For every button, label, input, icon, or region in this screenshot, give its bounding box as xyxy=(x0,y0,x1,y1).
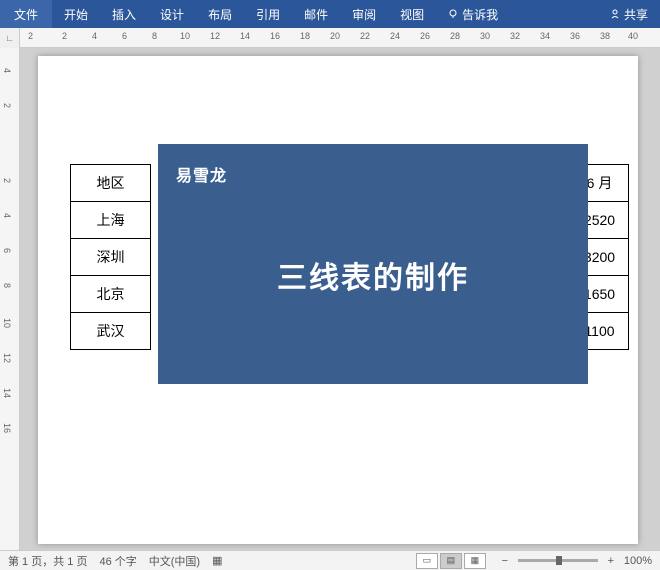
cell[interactable]: 北京 xyxy=(71,276,151,313)
tab-view[interactable]: 视图 xyxy=(388,0,436,28)
tab-file[interactable]: 文件 xyxy=(0,0,52,28)
tab-home[interactable]: 开始 xyxy=(52,0,100,28)
tab-mailings[interactable]: 邮件 xyxy=(292,0,340,28)
status-word-count[interactable]: 46 个字 xyxy=(99,553,136,569)
view-web[interactable]: ▦ xyxy=(464,553,486,569)
share-label: 共享 xyxy=(624,6,648,23)
tab-design[interactable]: 设计 xyxy=(148,0,196,28)
cell[interactable]: 武汉 xyxy=(71,313,151,350)
zoom-control: − + 100% xyxy=(498,555,652,567)
tab-layout[interactable]: 布局 xyxy=(196,0,244,28)
overlay-title: 三线表的制作 xyxy=(158,166,588,384)
cell[interactable]: 深圳 xyxy=(71,239,151,276)
title-overlay: 易雪龙 三线表的制作 xyxy=(158,144,588,384)
view-mode-buttons: ▭ ▤ ▦ xyxy=(416,553,486,569)
zoom-slider[interactable] xyxy=(518,559,598,562)
view-read[interactable]: ▭ xyxy=(416,553,438,569)
status-page[interactable]: 第 1 页，共 1 页 xyxy=(8,553,87,569)
page[interactable]: 地区6 月 上海2520 深圳3200 北京1650 武汉1100 易雪龙 三线… xyxy=(38,56,638,544)
zoom-percent[interactable]: 100% xyxy=(624,555,652,567)
ruler-horizontal[interactable]: ∟ 2 2 4 6 8 10 12 14 16 18 20 22 24 26 2… xyxy=(0,28,660,48)
zoom-in[interactable]: + xyxy=(604,555,618,567)
tell-me-label: 告诉我 xyxy=(462,6,498,23)
ruler-vertical[interactable]: 4 2 2 4 6 8 10 12 14 16 xyxy=(0,48,20,550)
ruler-tab-selector[interactable]: ∟ xyxy=(0,28,20,48)
ribbon: 文件 开始 插入 设计 布局 引用 邮件 审阅 视图 告诉我 共享 xyxy=(0,0,660,28)
document-canvas[interactable]: 地区6 月 上海2520 深圳3200 北京1650 武汉1100 易雪龙 三线… xyxy=(20,48,660,550)
macro-icon[interactable]: ▦ xyxy=(212,554,222,567)
share-button[interactable]: 共享 xyxy=(598,6,660,23)
tell-me[interactable]: 告诉我 xyxy=(436,0,510,28)
view-print[interactable]: ▤ xyxy=(440,553,462,569)
bulb-icon xyxy=(448,9,458,19)
zoom-thumb[interactable] xyxy=(556,556,562,565)
share-icon xyxy=(610,9,620,19)
tab-insert[interactable]: 插入 xyxy=(100,0,148,28)
ruler-h-track: 2 2 4 6 8 10 12 14 16 18 20 22 24 26 28 … xyxy=(20,28,660,47)
cell[interactable]: 上海 xyxy=(71,202,151,239)
tab-references[interactable]: 引用 xyxy=(244,0,292,28)
status-bar: 第 1 页，共 1 页 46 个字 中文(中国) ▦ ▭ ▤ ▦ − + 100… xyxy=(0,550,660,570)
zoom-out[interactable]: − xyxy=(498,555,512,567)
cell-region-header[interactable]: 地区 xyxy=(71,165,151,202)
status-language[interactable]: 中文(中国) xyxy=(149,553,200,569)
tab-review[interactable]: 审阅 xyxy=(340,0,388,28)
